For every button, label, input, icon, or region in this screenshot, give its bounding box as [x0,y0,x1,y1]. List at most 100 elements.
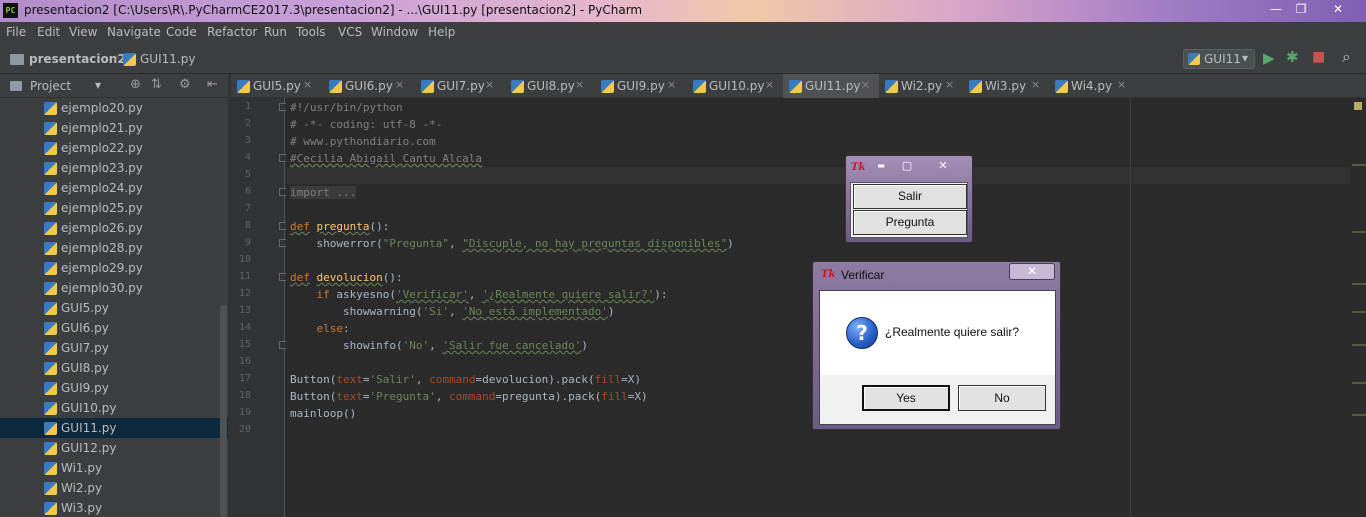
debug-icon[interactable]: ✱ [1286,48,1299,66]
line-number: 20 [238,424,251,435]
tree-item[interactable]: GUI8.py [0,358,228,378]
python-file-icon [601,80,614,93]
menu-file[interactable]: File [6,25,26,39]
tab-gui7[interactable]: GUI7.py × [415,74,505,98]
menu-view[interactable]: View [69,25,97,39]
close-button[interactable]: ✕ [1313,1,1363,17]
menu-tools[interactable]: Tools [296,25,326,39]
tab-gui9[interactable]: GUI9.py × [595,74,687,98]
breadcrumb-file[interactable]: GUI11.py [140,52,195,66]
tab-close-icon[interactable]: × [765,78,774,91]
code-line-9: def pregunta(): [290,220,389,233]
run-icon[interactable]: ▶ [1263,49,1275,67]
tree-item-label: Wi3.py [61,501,103,515]
tree-item[interactable]: ejemplo22.py [0,138,228,158]
salir-button[interactable]: Salir [853,184,967,209]
tab-gui6[interactable]: GUI6.py × [323,74,415,98]
gear-icon[interactable]: ⚙ [179,77,191,92]
code-text: Button( [290,390,337,403]
tree-item[interactable]: GUI9.py [0,378,228,398]
stripe-marker[interactable] [1352,344,1366,346]
run-configuration-select[interactable]: GUI11 ▾ [1183,49,1255,69]
hide-panel-icon[interactable]: ⇤ [207,77,218,92]
python-file-icon [44,462,57,475]
tab-gui8[interactable]: GUI8.py × [505,74,595,98]
tab-close-icon[interactable]: × [945,78,954,91]
tab-close-icon[interactable]: × [575,78,584,91]
menu-window[interactable]: Window [371,25,418,39]
tree-item[interactable]: ejemplo21.py [0,118,228,138]
stripe-marker[interactable] [1352,164,1366,166]
pregunta-button[interactable]: Pregunta [853,210,967,235]
tree-item-label: GUI10.py [61,401,117,415]
stripe-marker[interactable] [1352,414,1366,416]
code-line-1: #!/usr/bin/python [290,101,403,114]
collapse-icon[interactable]: ⇅ [151,77,162,92]
minimize-button[interactable]: — [1263,1,1289,17]
tree-item[interactable]: GUI7.py [0,338,228,358]
python-file-icon [123,53,136,66]
error-stripe[interactable] [1350,98,1366,517]
tab-close-icon[interactable]: × [395,78,404,91]
tab-gui5[interactable]: GUI5.py × [231,74,323,98]
tree-item[interactable]: ejemplo29.py [0,258,228,278]
tab-close-icon[interactable]: × [861,78,870,91]
menu-vcs[interactable]: VCS [338,25,362,39]
tree-item[interactable]: GUI12.py [0,438,228,458]
tab-close-icon[interactable]: × [303,78,312,91]
tree-item[interactable]: ejemplo20.py [0,98,228,118]
right-margin-guide [1130,98,1131,517]
tk-close-button[interactable]: ✕ [926,159,960,173]
tab-wi2[interactable]: Wi2.py × [879,74,963,98]
inspection-status-icon[interactable] [1354,102,1362,110]
tree-item[interactable]: Wi3.py [0,498,228,517]
tab-close-icon[interactable]: × [1117,78,1126,91]
no-button[interactable]: No [958,385,1046,411]
tree-item[interactable]: GUI10.py [0,398,228,418]
stripe-marker[interactable] [1352,283,1366,285]
tab-gui11[interactable]: GUI11.py × [783,74,879,98]
search-icon[interactable]: ⌕ [1342,47,1351,67]
tk-minimize-button[interactable]: ▬ [872,159,890,173]
stop-icon[interactable]: ■ [1312,49,1325,65]
breadcrumb-project[interactable]: presentacion2 [29,52,126,66]
tab-gui10[interactable]: GUI10.py × [687,74,783,98]
locate-icon[interactable]: ⊕ [130,77,141,92]
dialog-close-button[interactable]: ✕ [1009,263,1055,280]
tab-close-icon[interactable]: × [667,78,676,91]
yes-button[interactable]: Yes [862,385,950,411]
tree-item[interactable]: ejemplo25.py [0,198,228,218]
tree-item[interactable]: ejemplo23.py [0,158,228,178]
menu-help[interactable]: Help [428,25,455,39]
tab-close-icon[interactable]: × [485,78,494,91]
python-file-icon [44,182,57,195]
tree-item[interactable]: GUI5.py [0,298,228,318]
project-tree-scrollbar[interactable] [220,305,227,517]
menu-edit[interactable]: Edit [37,25,60,39]
stripe-marker[interactable] [1352,382,1366,384]
tab-wi3[interactable]: Wi3.py × [963,74,1049,98]
menu-refactor[interactable]: Refactor [207,25,257,39]
tk-maximize-button[interactable]: ▢ [898,159,916,173]
tab-wi4[interactable]: Wi4.py × [1049,74,1135,98]
maximize-button[interactable]: ❐ [1289,1,1313,17]
tree-item[interactable]: ejemplo28.py [0,238,228,258]
chevron-down-icon[interactable]: ▾ [95,78,101,92]
code-line-6-folded-import[interactable]: import ... [290,186,357,199]
stripe-marker[interactable] [1352,311,1366,313]
tree-item[interactable]: Wi2.py [0,478,228,498]
tree-item[interactable]: ejemplo30.py [0,278,228,298]
tree-item[interactable]: ejemplo26.py [0,218,228,238]
code-text: ) [727,237,734,250]
tree-item[interactable]: ejemplo24.py [0,178,228,198]
project-panel-title[interactable]: Project [30,79,71,93]
tree-item-selected[interactable]: GUI11.py [0,418,228,438]
menu-code[interactable]: Code [166,25,197,39]
stripe-marker[interactable] [1352,231,1366,233]
menu-navigate[interactable]: Navigate [107,25,161,39]
menu-run[interactable]: Run [264,25,287,39]
python-file-icon [44,282,57,295]
tree-item[interactable]: GUI6.py [0,318,228,338]
tab-close-icon[interactable]: × [1031,78,1040,91]
tree-item[interactable]: Wi1.py [0,458,228,478]
